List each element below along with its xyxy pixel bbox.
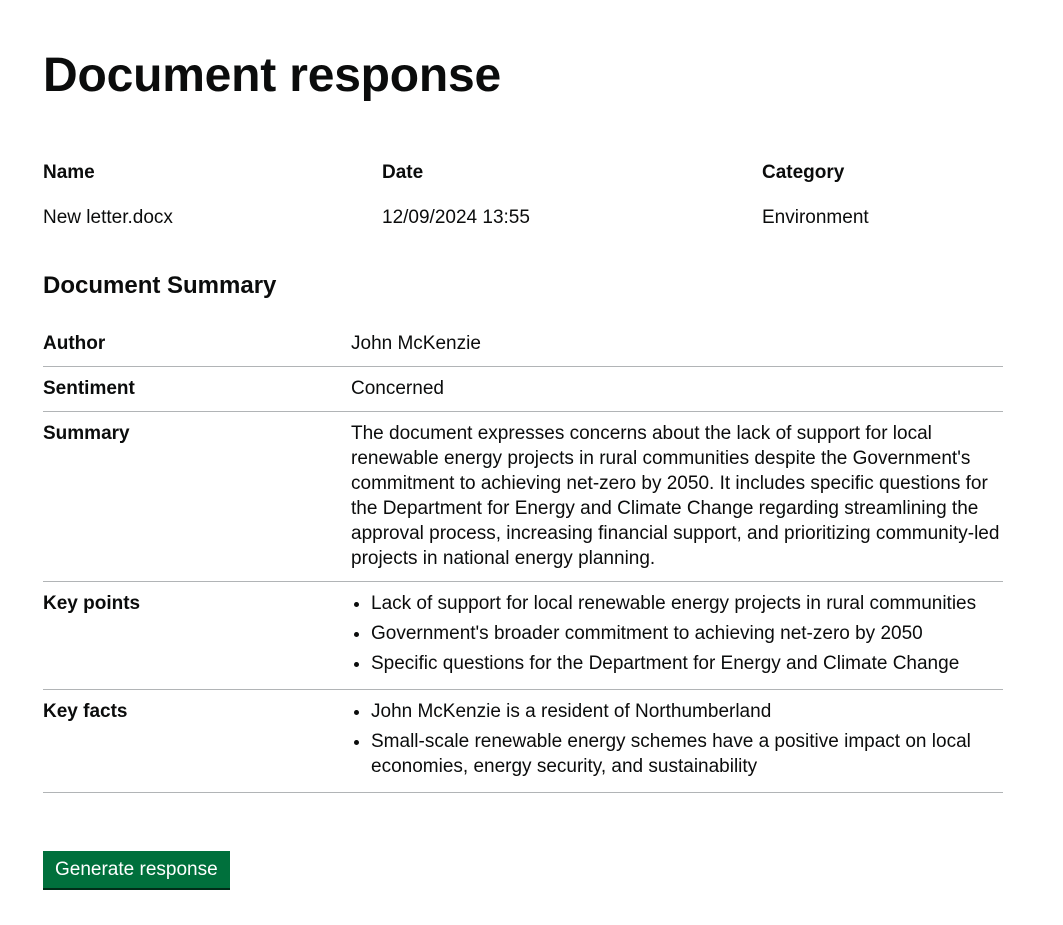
list-item: Government's broader commitment to achie… [371, 621, 1003, 646]
summary-value: The document expresses concerns about th… [351, 423, 1000, 569]
key-points-label: Key points [43, 593, 141, 614]
generate-response-button[interactable]: Generate response [43, 851, 230, 888]
sentiment-value: Concerned [351, 378, 444, 399]
meta-header-category: Category [762, 162, 845, 183]
summary-label: Summary [43, 423, 130, 444]
author-value: John McKenzie [351, 333, 481, 354]
meta-value-name: New letter.docx [43, 207, 173, 228]
author-label: Author [43, 333, 106, 354]
summary-row-author: Author John McKenzie [43, 322, 1003, 367]
meta-header-date: Date [382, 162, 424, 183]
sentiment-label: Sentiment [43, 378, 135, 399]
document-summary-heading: Document Summary [43, 272, 277, 299]
document-meta-table: Name New letter.docx Date 12/09/2024 13:… [43, 160, 1003, 240]
key-facts-value: John McKenzie is a resident of Northumbe… [351, 699, 1003, 779]
summary-row-key-facts: Key facts John McKenzie is a resident of… [43, 690, 1003, 793]
meta-value-category: Environment [762, 207, 869, 228]
meta-column-date: Date 12/09/2024 13:55 [382, 160, 530, 231]
meta-column-category: Category Environment [762, 160, 869, 231]
summary-row-summary: Summary The document expresses concerns … [43, 412, 1003, 582]
list-item: Small-scale renewable energy schemes hav… [371, 729, 1003, 779]
list-item: John McKenzie is a resident of Northumbe… [371, 699, 1003, 724]
key-points-list: Lack of support for local renewable ener… [351, 591, 1003, 676]
key-facts-label: Key facts [43, 701, 128, 722]
key-facts-list: John McKenzie is a resident of Northumbe… [351, 699, 1003, 779]
key-points-value: Lack of support for local renewable ener… [351, 591, 1003, 676]
summary-row-key-points: Key points Lack of support for local ren… [43, 582, 1003, 690]
meta-value-date: 12/09/2024 13:55 [382, 207, 530, 228]
summary-list: Author John McKenzie Sentiment Concerned… [43, 322, 1003, 793]
list-item: Specific questions for the Department fo… [371, 651, 1003, 676]
meta-header-name: Name [43, 162, 95, 183]
meta-column-name: Name New letter.docx [43, 160, 173, 231]
summary-row-sentiment: Sentiment Concerned [43, 367, 1003, 412]
page-title: Document response [43, 49, 502, 102]
list-item: Lack of support for local renewable ener… [371, 591, 1003, 616]
